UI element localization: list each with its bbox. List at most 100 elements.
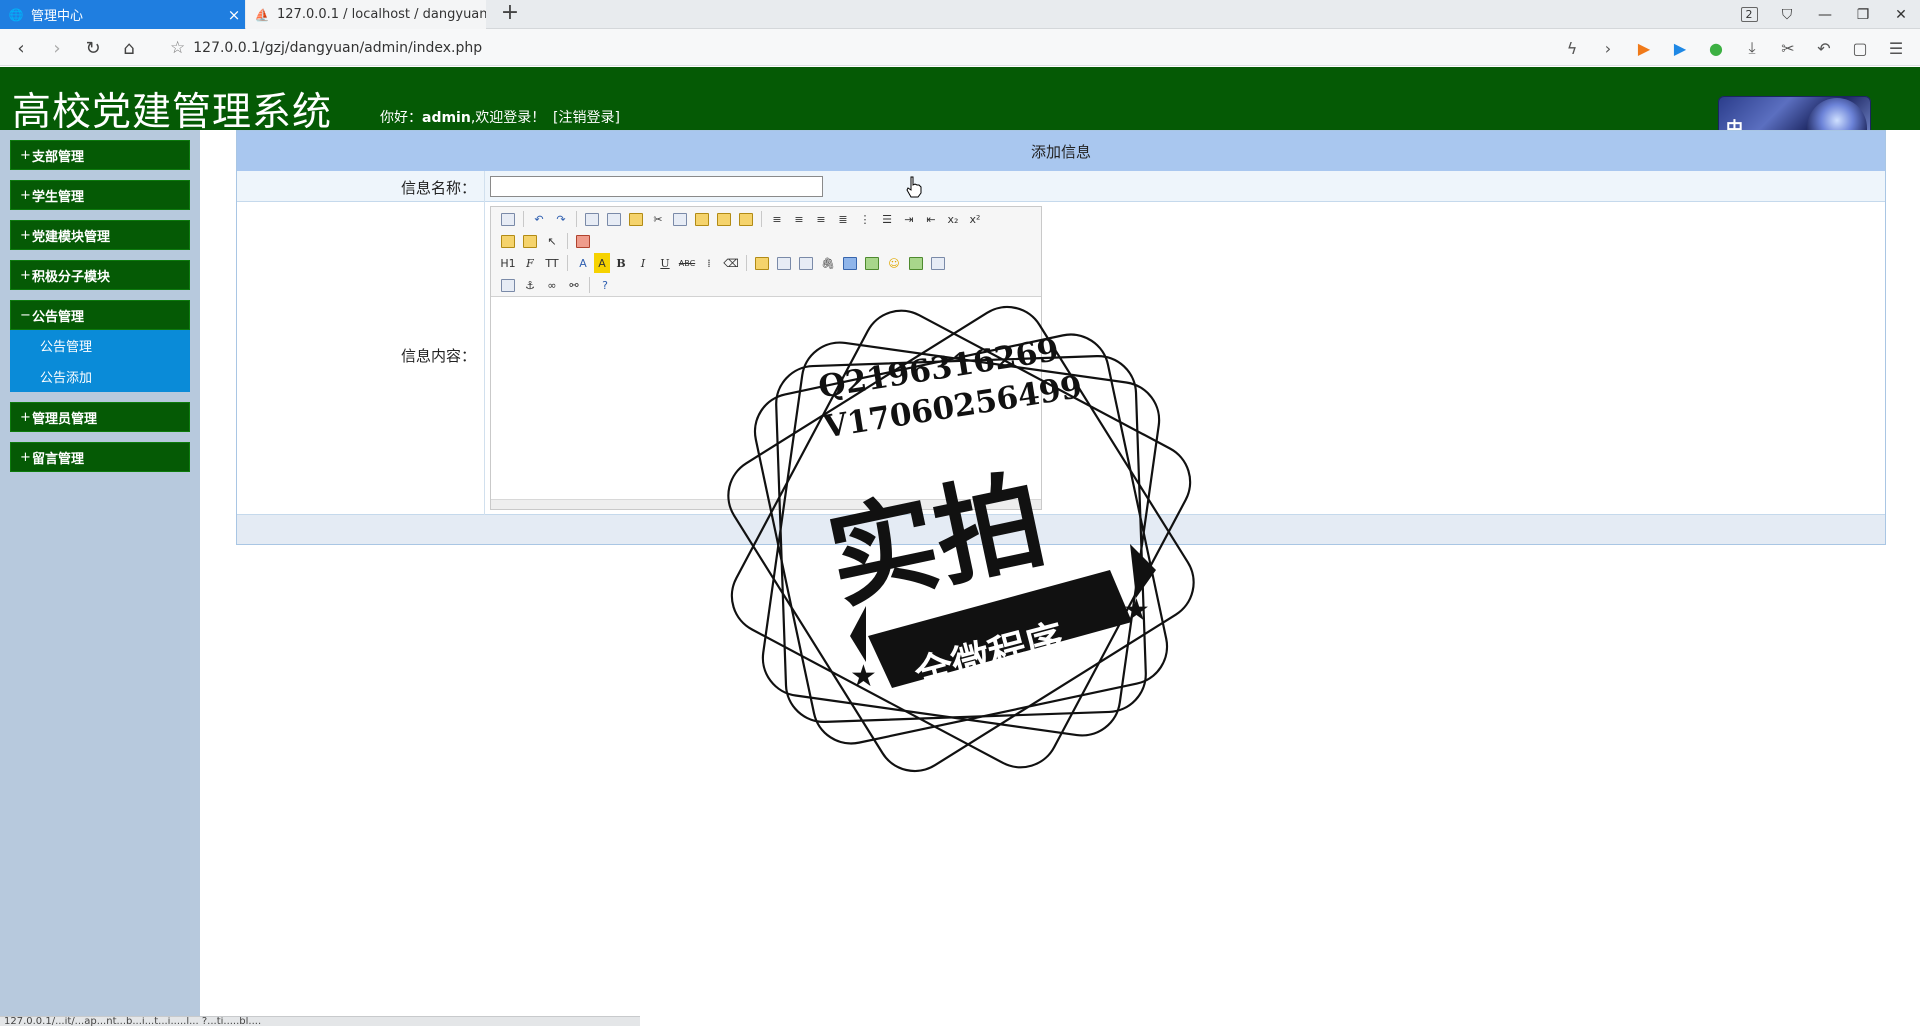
logout-link[interactable]: [注销登录] <box>553 107 620 127</box>
site-header: 高校党建管理系统 你好：admin,欢迎登录！ [注销登录] <box>0 67 1920 135</box>
justify-icon[interactable]: ≣ <box>832 209 854 229</box>
font-size-dropdown[interactable]: TT <box>541 253 563 273</box>
url-field[interactable]: ☆ 127.0.0.1/gzj/dangyuan/admin/index.php <box>160 34 1600 61</box>
video-icon[interactable]: ▶ <box>1626 35 1662 61</box>
info-name-input[interactable] <box>490 176 823 197</box>
sidebar-group-party-modules[interactable]: + 党建模块管理 <box>10 220 190 250</box>
bookmark-star-icon[interactable]: ☆ <box>170 38 185 58</box>
help-icon[interactable]: ? <box>594 275 616 295</box>
print-icon[interactable] <box>603 209 625 229</box>
image-icon[interactable] <box>905 253 927 273</box>
heading-dropdown[interactable]: H1 <box>497 253 519 273</box>
strikethrough-icon[interactable]: ABC <box>676 253 698 273</box>
tab-phpmyadmin[interactable]: ⛵ 127.0.0.1 / localhost / dangyuan / ... <box>246 0 486 29</box>
media-icon[interactable] <box>795 253 817 273</box>
minimize-icon[interactable]: — <box>1806 0 1844 29</box>
close-window-icon[interactable]: ✕ <box>1882 0 1920 29</box>
align-right-icon[interactable]: ≡ <box>810 209 832 229</box>
copy-icon[interactable] <box>669 209 691 229</box>
attachment-icon[interactable]: 🖇 <box>817 253 839 273</box>
superscript-icon[interactable]: x² <box>964 209 986 229</box>
editor-horizontal-scrollbar[interactable] <box>491 499 1041 509</box>
align-left-icon[interactable]: ≡ <box>766 209 788 229</box>
back-icon[interactable]: ‹ <box>8 35 34 61</box>
preview-icon[interactable] <box>581 209 603 229</box>
globe-icon: 🌐 <box>8 7 24 22</box>
anchor-icon[interactable]: ⚓ <box>519 275 541 295</box>
emoticon-icon[interactable]: ☺ <box>883 253 905 273</box>
clear-format-icon[interactable] <box>497 231 519 251</box>
fullscreen-icon[interactable] <box>572 231 594 251</box>
separator <box>589 277 590 293</box>
page-break-icon[interactable] <box>497 275 519 295</box>
flash-icon[interactable] <box>773 253 795 273</box>
url-text[interactable]: 127.0.0.1/gzj/dangyuan/admin/index.php <box>193 40 482 56</box>
align-center-icon[interactable]: ≡ <box>788 209 810 229</box>
shirt-icon[interactable]: ⛉ <box>1768 0 1806 29</box>
bold-icon[interactable]: B <box>610 253 632 273</box>
source-icon[interactable] <box>497 209 519 229</box>
horizontal-rule-icon[interactable] <box>861 253 883 273</box>
download-icon[interactable]: ⤓ <box>1734 35 1770 61</box>
tab-count-button[interactable]: 2 <box>1730 0 1768 29</box>
pointer-icon[interactable]: ↖ <box>541 231 563 251</box>
tab-admin-center[interactable]: 🌐 管理中心 × <box>0 0 245 29</box>
new-tab-button[interactable]: + <box>497 2 523 26</box>
underline-icon[interactable]: U <box>654 253 676 273</box>
template-icon[interactable] <box>625 209 647 229</box>
sidebar-group-branch[interactable]: + 支部管理 <box>10 140 190 170</box>
close-icon[interactable]: × <box>223 6 245 24</box>
paste-icon[interactable] <box>691 209 713 229</box>
undo-edit-icon[interactable]: ↶ <box>528 209 550 229</box>
eraser-icon[interactable]: ⌫ <box>720 253 742 273</box>
sidebar-group-activists[interactable]: + 积极分子模块 <box>10 260 190 290</box>
sidebar-group-students[interactable]: + 学生管理 <box>10 180 190 210</box>
font-family-dropdown[interactable]: F <box>519 253 541 273</box>
sidebar-group-messages[interactable]: + 留言管理 <box>10 442 190 472</box>
subscript-icon[interactable]: x₂ <box>942 209 964 229</box>
code-icon[interactable] <box>927 253 949 273</box>
editor-content-area[interactable] <box>491 298 1041 509</box>
separator <box>576 211 577 227</box>
expand-sign: + <box>20 409 31 425</box>
line-height-icon[interactable]: ⁞ <box>698 253 720 273</box>
paste-text-icon[interactable] <box>713 209 735 229</box>
ordered-list-icon[interactable]: ⋮ <box>854 209 876 229</box>
font-color-icon[interactable]: A <box>572 253 594 273</box>
paste-word-icon[interactable] <box>735 209 757 229</box>
sidebar-item-notice-manage[interactable]: 公告管理 <box>10 330 190 361</box>
sidebar-menu: + 支部管理 + 学生管理 + 党建模块管理 + 积极分子模块 − 公告管理 公告管理 公… <box>10 140 190 472</box>
restore-icon[interactable]: ❐ <box>1844 0 1882 29</box>
forward-icon[interactable]: › <box>44 35 70 61</box>
outdent-icon[interactable]: ⇤ <box>920 209 942 229</box>
bag-icon[interactable]: ▢ <box>1842 35 1878 61</box>
scissors-icon[interactable]: ✂ <box>1770 35 1806 61</box>
link-icon[interactable]: ∞ <box>541 275 563 295</box>
chat-icon[interactable]: ● <box>1698 35 1734 61</box>
unordered-list-icon[interactable]: ☰ <box>876 209 898 229</box>
redo-edit-icon[interactable]: ↷ <box>550 209 572 229</box>
sidebar-item-notice-add[interactable]: 公告添加 <box>10 361 190 392</box>
chevron-right-icon[interactable]: › <box>1590 35 1626 61</box>
image-upload-icon[interactable] <box>751 253 773 273</box>
editor-toolbar: ↶ ↷ ✂ ≡ ≡ ≡ ≣ ⋮ ☰ ⇥ ⇤ x₂ x² ↖ H1 F TT A … <box>491 207 1041 297</box>
indent-icon[interactable]: ⇥ <box>898 209 920 229</box>
unlink-icon[interactable]: ⚯ <box>563 275 585 295</box>
italic-icon[interactable]: I <box>632 253 654 273</box>
phpmyadmin-icon: ⛵ <box>254 7 270 22</box>
sidebar-group-notices[interactable]: − 公告管理 <box>10 300 190 330</box>
cut-icon[interactable]: ✂ <box>647 209 669 229</box>
lightning-icon[interactable]: ϟ <box>1554 35 1590 61</box>
browser-tools: ϟ › ▶ ▶ ● ⤓ ✂ ↶ ▢ ☰ <box>1554 35 1914 61</box>
reload-icon[interactable]: ↻ <box>80 35 106 61</box>
highlight-color-icon[interactable]: A <box>594 253 610 273</box>
greeting: 你好：admin,欢迎登录！ <box>380 107 545 127</box>
tab-count-badge: 2 <box>1740 7 1758 22</box>
menu-icon[interactable]: ☰ <box>1878 35 1914 61</box>
home-icon[interactable]: ⌂ <box>116 35 142 61</box>
table-icon[interactable] <box>839 253 861 273</box>
sidebar-group-admins[interactable]: + 管理员管理 <box>10 402 190 432</box>
undo-icon[interactable]: ↶ <box>1806 35 1842 61</box>
select-all-icon[interactable] <box>519 231 541 251</box>
play-icon[interactable]: ▶ <box>1662 35 1698 61</box>
